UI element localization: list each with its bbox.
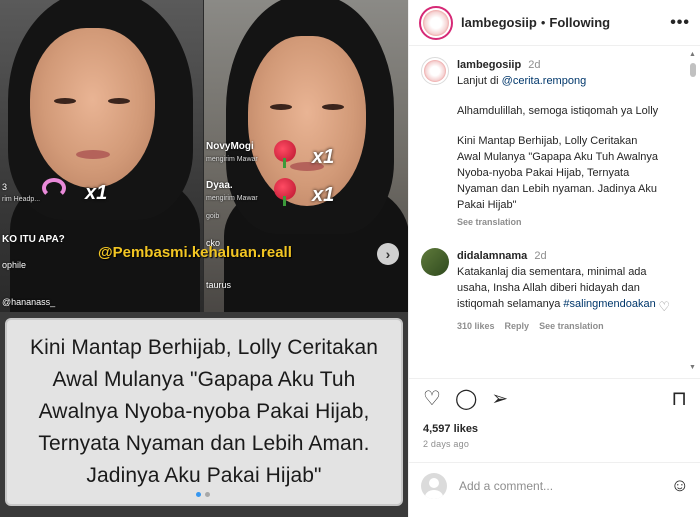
carousel-dot [205, 492, 210, 497]
caption-comment: lambegosiip 2d Lanjut di @cerita.rempong… [421, 57, 687, 230]
share-icon[interactable]: ➢ [491, 389, 508, 409]
post-actions: ♡ ◯ ➢ ⊓ 4,597 likes 2 days ago [409, 378, 700, 449]
post-time: 2 days ago [423, 439, 470, 449]
user-avatar-placeholder [421, 472, 447, 499]
comment-item: didalamnama 2d Katakanlaj dia sementara,… [421, 248, 687, 334]
caption-paragraph: Kini Mantap Berhijab, Lolly Ceritakan Aw… [457, 135, 659, 211]
post-side-panel: lambegosiip • Following ••• lambegosiip … [408, 0, 700, 517]
emoji-icon[interactable]: ☺ [671, 475, 689, 496]
rose-gift-icon [274, 178, 296, 206]
live-user: taurus [206, 280, 232, 290]
live-number: 3 [2, 182, 8, 192]
following-button[interactable]: Following [549, 15, 610, 30]
person-face [30, 28, 155, 188]
media-frame-right: NovyMogi mengirim Mawar x1 Dyaa. mengiri… [204, 0, 408, 312]
mention-link[interactable]: @cerita.rempong [502, 75, 587, 87]
post-header: lambegosiip • Following ••• [409, 0, 700, 46]
live-user: NovyMogi [206, 141, 254, 152]
avatar[interactable] [421, 248, 449, 276]
comment-username[interactable]: didalamnama [457, 250, 527, 262]
avatar[interactable] [419, 5, 453, 40]
see-translation-link[interactable]: See translation [457, 214, 662, 230]
scroll-up-icon[interactable]: ▲ [689, 51, 696, 58]
see-translation-link[interactable]: See translation [539, 318, 604, 334]
caption-card: Kini Mantap Berhijab, Lolly Ceritakan Aw… [5, 318, 403, 506]
live-gift-sub: rim Headp... [2, 196, 41, 203]
live-user: ophile [2, 260, 27, 270]
comment-time: 2d [528, 59, 541, 71]
hashtag-link[interactable]: #salingmendoakan [563, 298, 655, 310]
comment-icon[interactable]: ◯ [455, 389, 477, 409]
live-user-sub: mengirim Mawar [206, 195, 258, 202]
post-media[interactable]: 3 rim Headp... x1 KO ITU APA? ophile @ha… [0, 0, 408, 517]
scroll-down-icon[interactable]: ▼ [689, 364, 696, 371]
reply-button[interactable]: Reply [505, 318, 530, 334]
comments-scrollbar[interactable]: ▲ ▼ [688, 47, 698, 375]
rose-gift-icon [274, 140, 296, 168]
carousel-dots [196, 492, 210, 497]
live-user-sub: mengirim Mawar [206, 156, 258, 163]
add-comment-bar: Add a comment... ☺ [409, 462, 700, 508]
gift-multiplier: x1 [312, 184, 335, 206]
scroll-thumb[interactable] [690, 63, 696, 77]
caption-paragraph: Alhamdulillah, semoga istiqomah ya Lolly [457, 105, 659, 117]
gift-multiplier: x1 [85, 182, 108, 204]
gift-multiplier: x1 [312, 146, 335, 168]
live-question: KO ITU APA? [2, 234, 65, 245]
chevron-right-icon[interactable]: › [377, 243, 399, 265]
heart-icon[interactable]: ♡ [423, 389, 441, 409]
bookmark-icon[interactable]: ⊓ [671, 389, 687, 409]
comments-list[interactable]: lambegosiip 2d Lanjut di @cerita.rempong… [409, 47, 687, 375]
caption-text: Kini Mantap Berhijab, Lolly Ceritakan Aw… [29, 336, 379, 487]
header-username[interactable]: lambegosiip [461, 15, 537, 30]
likes-count[interactable]: 4,597 likes [423, 423, 687, 435]
header-separator: • [540, 15, 546, 30]
live-user: Dyaa. [206, 180, 233, 191]
comment-time: 2d [534, 250, 547, 262]
avatar[interactable] [421, 57, 449, 85]
caption-line-prefix: Lanjut di [457, 75, 502, 87]
live-user: goib [206, 213, 220, 220]
watermark-text: @Pembasmi.kehaluan.reall [98, 244, 292, 261]
comment-likes[interactable]: 310 likes [457, 318, 495, 334]
more-options-icon[interactable]: ••• [670, 14, 690, 32]
comment-username[interactable]: lambegosiip [457, 59, 521, 71]
media-frame-left: 3 rim Headp... x1 KO ITU APA? ophile @ha… [0, 0, 203, 312]
carousel-dot-active [196, 492, 201, 497]
person-face [248, 36, 366, 206]
live-user: @hananass_ [2, 297, 56, 307]
comment-like-heart-icon[interactable]: ♡ [658, 299, 670, 315]
add-comment-input[interactable]: Add a comment... [459, 479, 671, 493]
headphone-gift-icon [42, 178, 66, 198]
